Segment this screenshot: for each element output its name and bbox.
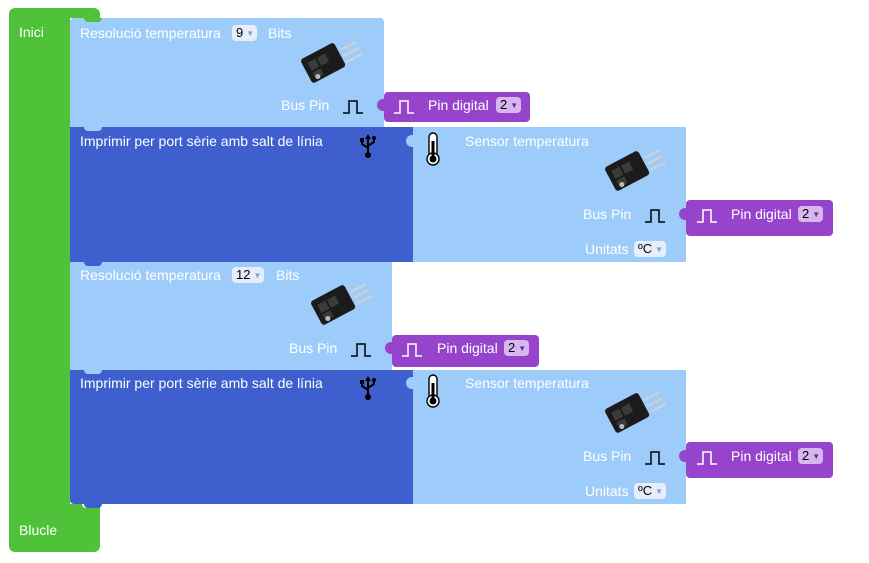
pin-value-1: 2 [500, 97, 508, 112]
notch-5 [84, 504, 102, 508]
pin-connector-4 [679, 450, 686, 462]
resolution-value-2: 12 [236, 267, 251, 282]
temperature-sensor-module-icon [602, 390, 668, 435]
units-value-1: ºC [638, 241, 653, 256]
resolution-unit-2: Bits [276, 267, 300, 283]
notch-4 [84, 370, 102, 374]
pin-digital-label-1: Pin digital [428, 97, 489, 113]
dropdown-arrow-icon: ▼ [812, 452, 821, 461]
resolution-dropdown-1[interactable]: 9 ▼ [232, 25, 258, 41]
pin-digital-label-3: Pin digital [437, 340, 498, 356]
units-label-1: Unitats [585, 241, 629, 257]
temperature-sensor-module-icon [602, 148, 668, 193]
sensor-label-1: Sensor temperatura [465, 133, 589, 149]
notch-3 [84, 262, 102, 266]
dropdown-arrow-icon: ▼ [655, 487, 664, 496]
pin-value-4: 2 [802, 448, 810, 463]
dropdown-arrow-icon: ▼ [518, 344, 527, 353]
pin-connector-2 [679, 208, 686, 220]
bus-pin-label-2: Bus Pin [289, 340, 338, 356]
pin-dropdown-3[interactable]: 2 ▼ [504, 340, 530, 356]
pin-value-2: 2 [802, 206, 810, 221]
pin-value-3: 2 [508, 340, 516, 355]
dropdown-arrow-icon: ▼ [246, 29, 255, 38]
thermometer-icon [426, 132, 440, 166]
resolution-dropdown-2[interactable]: 12 ▼ [232, 267, 265, 283]
digital-pulse-icon [401, 343, 423, 357]
temperature-sensor-module-icon [308, 282, 374, 327]
notch-2 [84, 127, 102, 131]
digital-pulse-icon [350, 343, 372, 357]
resolution-value-1: 9 [236, 25, 244, 40]
dropdown-arrow-icon: ▼ [655, 245, 664, 254]
resolution-unit-1: Bits [268, 25, 292, 41]
digital-pulse-icon [696, 209, 718, 223]
units-dropdown-1[interactable]: ºC ▼ [634, 241, 667, 257]
bus-pin-label-1: Bus Pin [281, 97, 330, 113]
pin-connector-1 [377, 99, 384, 111]
usb-icon [359, 133, 377, 159]
dropdown-arrow-icon: ▼ [253, 271, 262, 280]
sensor-connector-1 [406, 135, 413, 147]
units-dropdown-2[interactable]: ºC ▼ [634, 483, 667, 499]
resolution-label-1: Resolució temperatura [80, 25, 221, 41]
pin-digital-label-4: Pin digital [731, 448, 792, 464]
pin-connector-3 [385, 342, 392, 354]
dropdown-arrow-icon: ▼ [812, 210, 821, 219]
pin-dropdown-2[interactable]: 2 ▼ [798, 206, 824, 222]
blucle-label: Blucle [19, 522, 58, 538]
digital-pulse-icon [696, 451, 718, 465]
digital-pulse-icon [644, 209, 666, 223]
print-label-2: Imprimir per port sèrie amb salt de líni… [80, 375, 323, 391]
pin-dropdown-4[interactable]: 2 ▼ [798, 448, 824, 464]
digital-pulse-icon [393, 100, 415, 114]
pin-dropdown-1[interactable]: 2 ▼ [496, 97, 522, 113]
notch-1 [84, 18, 102, 22]
dropdown-arrow-icon: ▼ [510, 101, 519, 110]
units-label-2: Unitats [585, 483, 629, 499]
sensor-bus-pin-label-2: Bus Pin [583, 448, 632, 464]
usb-icon [359, 375, 377, 401]
temperature-sensor-module-icon [298, 40, 364, 85]
units-value-2: ºC [638, 483, 653, 498]
sensor-bus-pin-label-1: Bus Pin [583, 206, 632, 222]
resolution-label-2: Resolució temperatura [80, 267, 221, 283]
thermometer-icon [426, 374, 440, 408]
pin-digital-label-2: Pin digital [731, 206, 792, 222]
digital-pulse-icon [342, 100, 364, 114]
sensor-connector-2 [406, 377, 413, 389]
inici-label: Inici [19, 24, 44, 40]
digital-pulse-icon [644, 451, 666, 465]
sensor-label-2: Sensor temperatura [465, 375, 589, 391]
print-label-1: Imprimir per port sèrie amb salt de líni… [80, 133, 323, 149]
